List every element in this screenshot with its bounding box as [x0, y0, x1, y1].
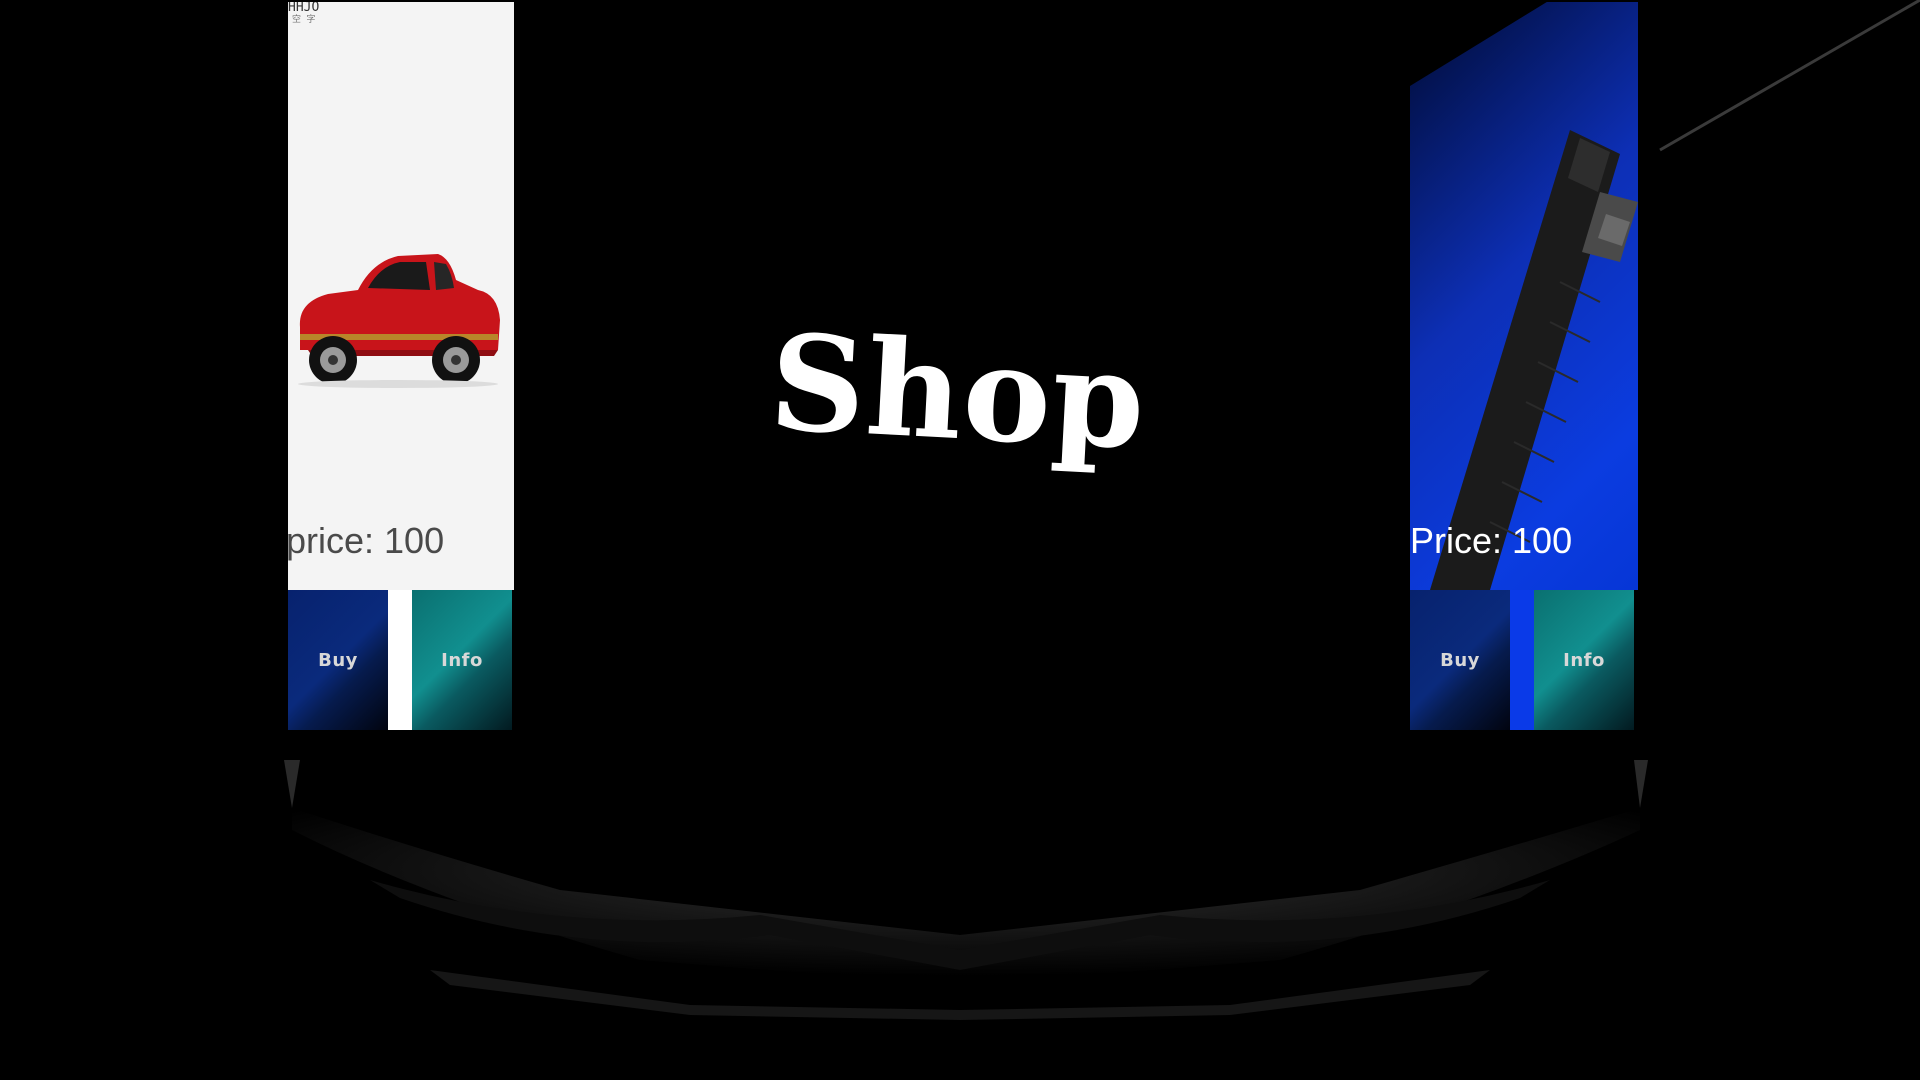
item-card-flashlight: Price: 100 — [1410, 2, 1638, 590]
buy-button[interactable]: Buy — [1410, 590, 1510, 730]
button-divider — [388, 590, 412, 730]
price-label: Price: 100 — [1410, 520, 1573, 561]
car-image — [298, 254, 500, 388]
shop-title: Shop — [766, 305, 1150, 480]
flashlight-image — [1430, 130, 1638, 590]
price-label: price: 100 — [288, 520, 445, 561]
shop-scene: HHJO 空 字 price: 100 Buy Info Shop Price:… — [0, 0, 1920, 1080]
button-divider — [1510, 590, 1534, 730]
item-card-car: HHJO 空 字 price: 100 — [288, 2, 514, 590]
buy-button[interactable]: Buy — [288, 590, 388, 730]
info-button[interactable]: Info — [412, 590, 512, 730]
info-button[interactable]: Info — [1534, 590, 1634, 730]
brand-logo: HHJO 空 字 — [288, 2, 320, 25]
